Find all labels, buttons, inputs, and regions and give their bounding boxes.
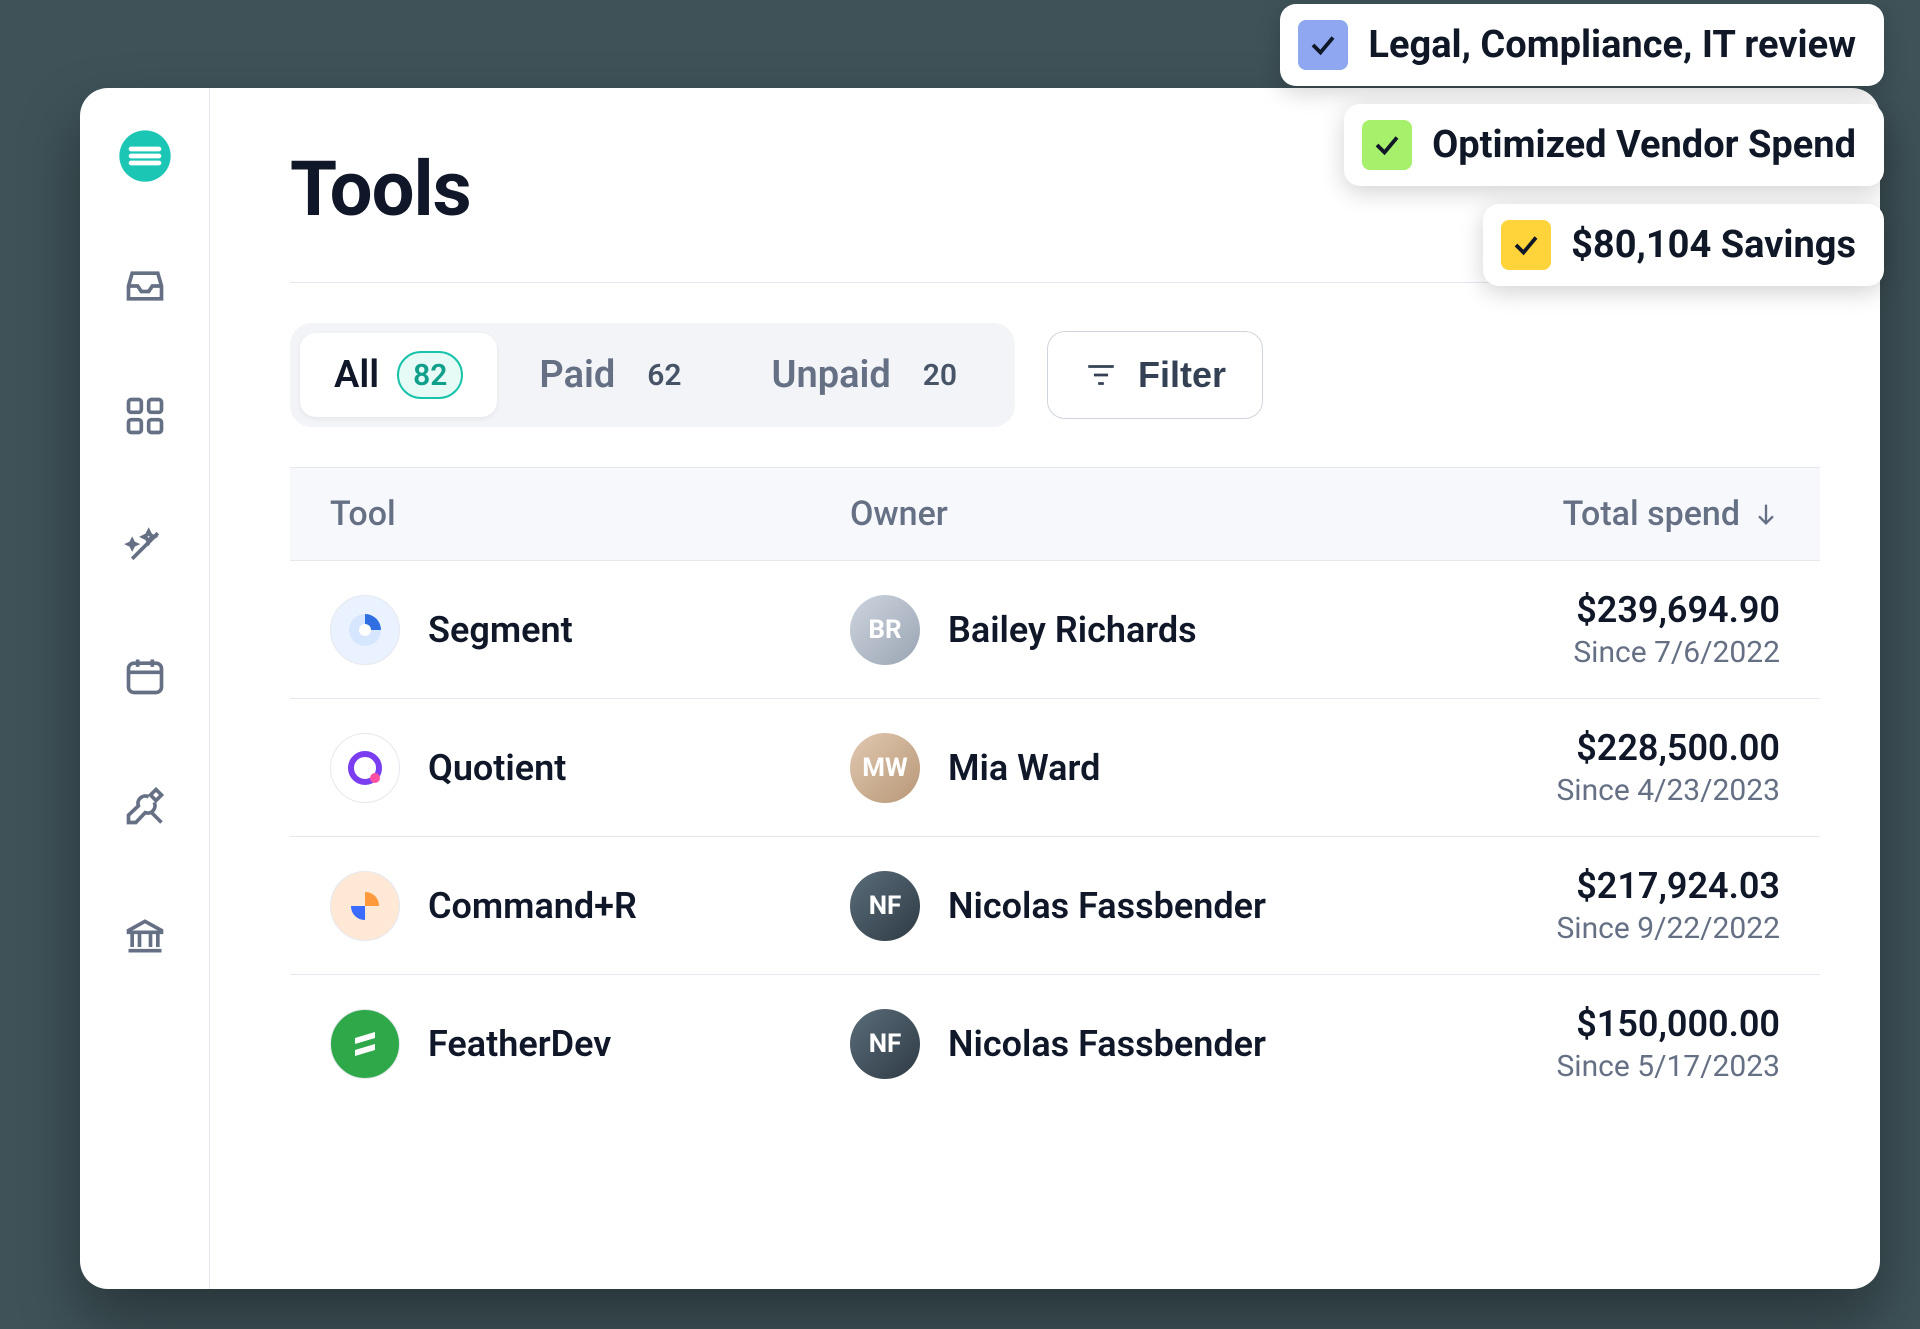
filter-icon bbox=[1084, 358, 1118, 392]
tab-count: 62 bbox=[633, 351, 695, 399]
avatar: NF bbox=[850, 1009, 920, 1079]
tab-label: All bbox=[334, 353, 379, 397]
callout-stack: Legal, Compliance, IT review Optimized V… bbox=[1280, 4, 1884, 286]
calendar-icon[interactable] bbox=[117, 648, 173, 704]
sidebar bbox=[80, 88, 210, 1289]
callout-item: Optimized Vendor Spend bbox=[1344, 104, 1884, 186]
owner-name: Bailey Richards bbox=[948, 609, 1197, 651]
status-tabs: All 82 Paid 62 Unpaid 20 bbox=[290, 323, 1015, 427]
apps-icon[interactable] bbox=[117, 388, 173, 444]
filter-button[interactable]: Filter bbox=[1047, 331, 1263, 419]
table-row[interactable]: FeatherDev NF Nicolas Fassbender $150,00… bbox=[290, 975, 1820, 1112]
owner-name: Nicolas Fassbender bbox=[948, 885, 1266, 927]
arrow-down-icon bbox=[1752, 500, 1780, 528]
table-header: Tool Owner Total spend bbox=[290, 467, 1820, 561]
tool-name: Command+R bbox=[428, 885, 637, 927]
tool-logo bbox=[330, 1009, 400, 1079]
avatar: NF bbox=[850, 871, 920, 941]
tab-label: Paid bbox=[539, 353, 615, 397]
table-row[interactable]: Quotient MW Mia Ward $228,500.00 Since 4… bbox=[290, 699, 1820, 837]
owner-name: Nicolas Fassbender bbox=[948, 1023, 1266, 1065]
spend-since: Since 7/6/2022 bbox=[1420, 635, 1780, 670]
filter-label: Filter bbox=[1138, 354, 1226, 396]
callout-text: $80,104 Savings bbox=[1571, 223, 1856, 267]
avatar: BR bbox=[850, 595, 920, 665]
tab-paid[interactable]: Paid 62 bbox=[505, 333, 729, 417]
check-icon bbox=[1501, 220, 1551, 270]
table-row[interactable]: Command+R NF Nicolas Fassbender $217,924… bbox=[290, 837, 1820, 975]
app-logo[interactable] bbox=[117, 128, 173, 184]
tool-logo bbox=[330, 871, 400, 941]
tool-name: FeatherDev bbox=[428, 1023, 611, 1065]
callout-item: Legal, Compliance, IT review bbox=[1280, 4, 1884, 86]
table-row[interactable]: Segment BR Bailey Richards $239,694.90 S… bbox=[290, 561, 1820, 699]
spend-amount: $228,500.00 bbox=[1420, 727, 1780, 769]
avatar: MW bbox=[850, 733, 920, 803]
callout-text: Legal, Compliance, IT review bbox=[1368, 23, 1856, 67]
spend-amount: $239,694.90 bbox=[1420, 589, 1780, 631]
tool-logo bbox=[330, 733, 400, 803]
inbox-icon[interactable] bbox=[117, 258, 173, 314]
tab-label: Unpaid bbox=[772, 353, 891, 397]
tool-name: Segment bbox=[428, 609, 573, 651]
tab-all[interactable]: All 82 bbox=[300, 333, 497, 417]
controls-row: All 82 Paid 62 Unpaid 20 Filter bbox=[290, 283, 1820, 467]
tab-count: 20 bbox=[909, 351, 971, 399]
col-tool[interactable]: Tool bbox=[330, 494, 850, 534]
check-icon bbox=[1298, 20, 1348, 70]
col-spend[interactable]: Total spend bbox=[1420, 494, 1780, 534]
spend-since: Since 5/17/2023 bbox=[1420, 1049, 1780, 1084]
wand-icon[interactable] bbox=[117, 518, 173, 574]
tool-name: Quotient bbox=[428, 747, 566, 789]
check-icon bbox=[1362, 120, 1412, 170]
spend-since: Since 9/22/2022 bbox=[1420, 911, 1780, 946]
spend-amount: $150,000.00 bbox=[1420, 1003, 1780, 1045]
tab-count: 82 bbox=[397, 351, 463, 399]
col-spend-label: Total spend bbox=[1563, 494, 1740, 534]
tools-icon[interactable] bbox=[117, 778, 173, 834]
bank-icon[interactable] bbox=[117, 908, 173, 964]
tab-unpaid[interactable]: Unpaid 20 bbox=[738, 333, 1006, 417]
spend-since: Since 4/23/2023 bbox=[1420, 773, 1780, 808]
col-owner[interactable]: Owner bbox=[850, 494, 1420, 534]
owner-name: Mia Ward bbox=[948, 747, 1100, 789]
spend-amount: $217,924.03 bbox=[1420, 865, 1780, 907]
tool-logo bbox=[330, 595, 400, 665]
callout-item: $80,104 Savings bbox=[1483, 204, 1884, 286]
callout-text: Optimized Vendor Spend bbox=[1432, 123, 1856, 167]
